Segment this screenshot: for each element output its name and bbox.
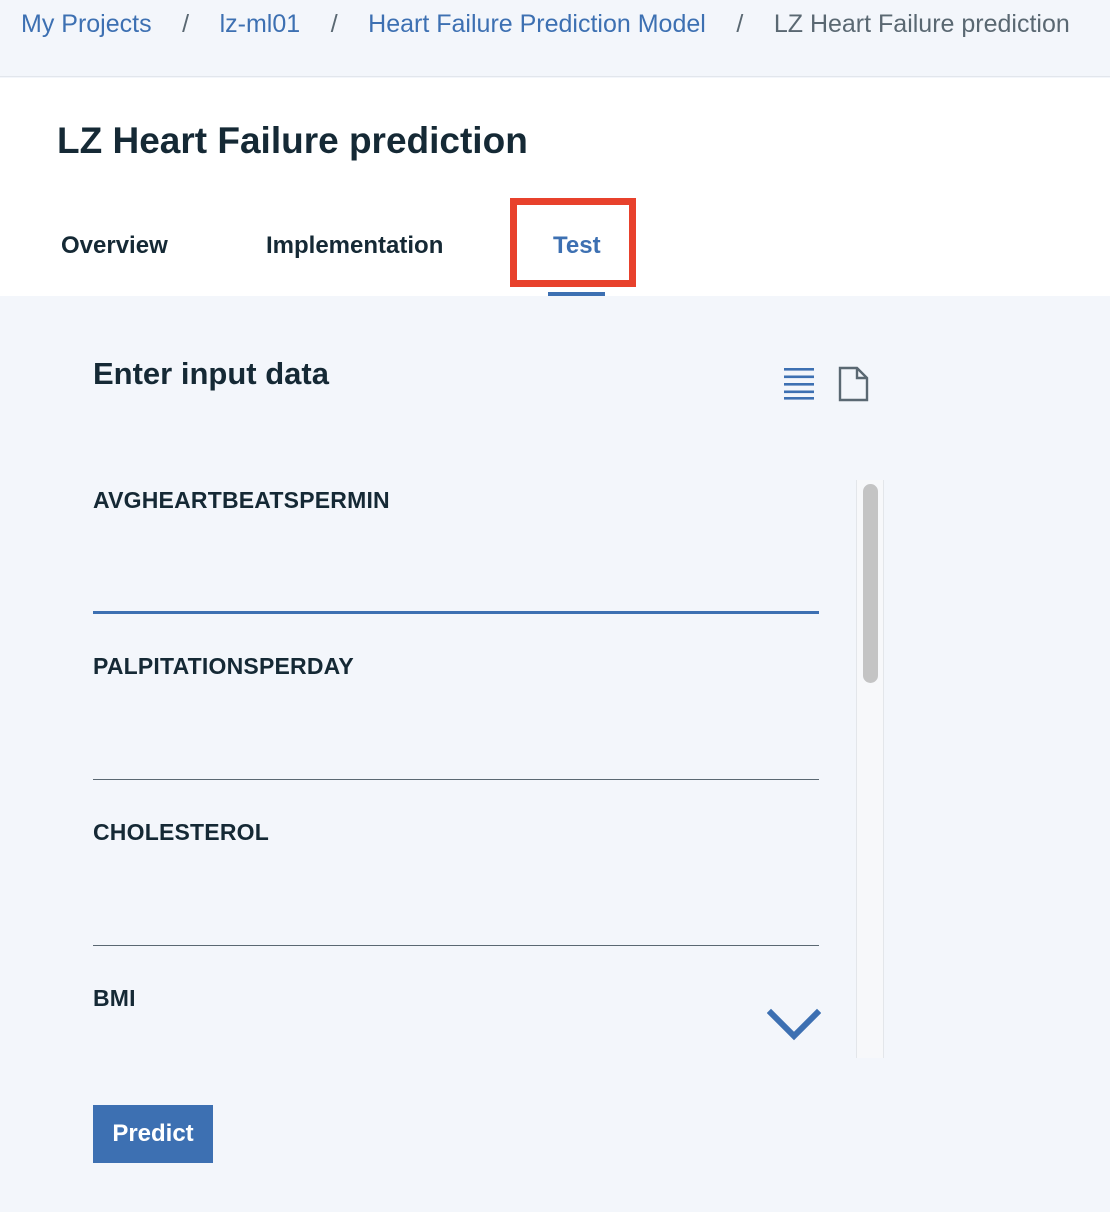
- breadcrumb-bar: My Projects / lz-ml01 / Heart Failure Pr…: [0, 0, 1110, 77]
- breadcrumb-project[interactable]: lz-ml01: [220, 10, 301, 39]
- field-label: PALPITATIONSPERDAY: [93, 653, 354, 679]
- input-fields-list[interactable]: AVGHEARTBEATSPERMIN PALPITATIONSPERDAY C…: [93, 480, 819, 1058]
- bmi-input[interactable]: [93, 1052, 819, 1058]
- tab-implementation[interactable]: Implementation: [266, 232, 443, 260]
- field-label: CHOLESTEROL: [93, 819, 269, 845]
- field-bmi: BMI: [93, 978, 819, 1058]
- list-view-icon[interactable]: [783, 366, 815, 400]
- cholesterol-input[interactable]: [93, 886, 819, 946]
- test-tab-highlight: [510, 198, 636, 287]
- field-underline-active: [93, 611, 819, 614]
- breadcrumb-separator: /: [330, 10, 338, 38]
- field-palpitationsperday: PALPITATIONSPERDAY: [93, 646, 819, 780]
- predict-button[interactable]: Predict: [93, 1105, 213, 1163]
- tab-overview[interactable]: Overview: [61, 232, 168, 260]
- page-header: LZ Heart Failure prediction Overview Imp…: [0, 78, 1110, 296]
- panel-title: Enter input data: [93, 356, 329, 391]
- chevron-down-icon[interactable]: [766, 1008, 822, 1042]
- breadcrumb-separator: /: [182, 10, 190, 38]
- avgheartbeatspermin-input[interactable]: [93, 554, 819, 614]
- page-title: LZ Heart Failure prediction: [57, 120, 528, 161]
- breadcrumb-current: LZ Heart Failure prediction: [773, 10, 1070, 38]
- field-label: BMI: [93, 985, 136, 1011]
- field-cholesterol: CHOLESTEROL: [93, 812, 819, 946]
- field-underline: [93, 779, 819, 780]
- breadcrumb: My Projects / lz-ml01 / Heart Failure Pr…: [21, 10, 1070, 39]
- field-underline: [93, 945, 819, 946]
- file-icon[interactable]: [837, 366, 869, 402]
- breadcrumb-separator: /: [736, 10, 744, 38]
- scrollbar-thumb[interactable]: [863, 484, 878, 683]
- field-label: AVGHEARTBEATSPERMIN: [93, 487, 390, 513]
- breadcrumb-model[interactable]: Heart Failure Prediction Model: [368, 10, 706, 39]
- scrollbar-track[interactable]: [856, 480, 884, 1058]
- field-avgheartbeatspermin: AVGHEARTBEATSPERMIN: [93, 480, 819, 614]
- breadcrumb-my-projects[interactable]: My Projects: [21, 10, 152, 39]
- active-tab-indicator: [548, 292, 605, 296]
- palpitationsperday-input[interactable]: [93, 720, 819, 780]
